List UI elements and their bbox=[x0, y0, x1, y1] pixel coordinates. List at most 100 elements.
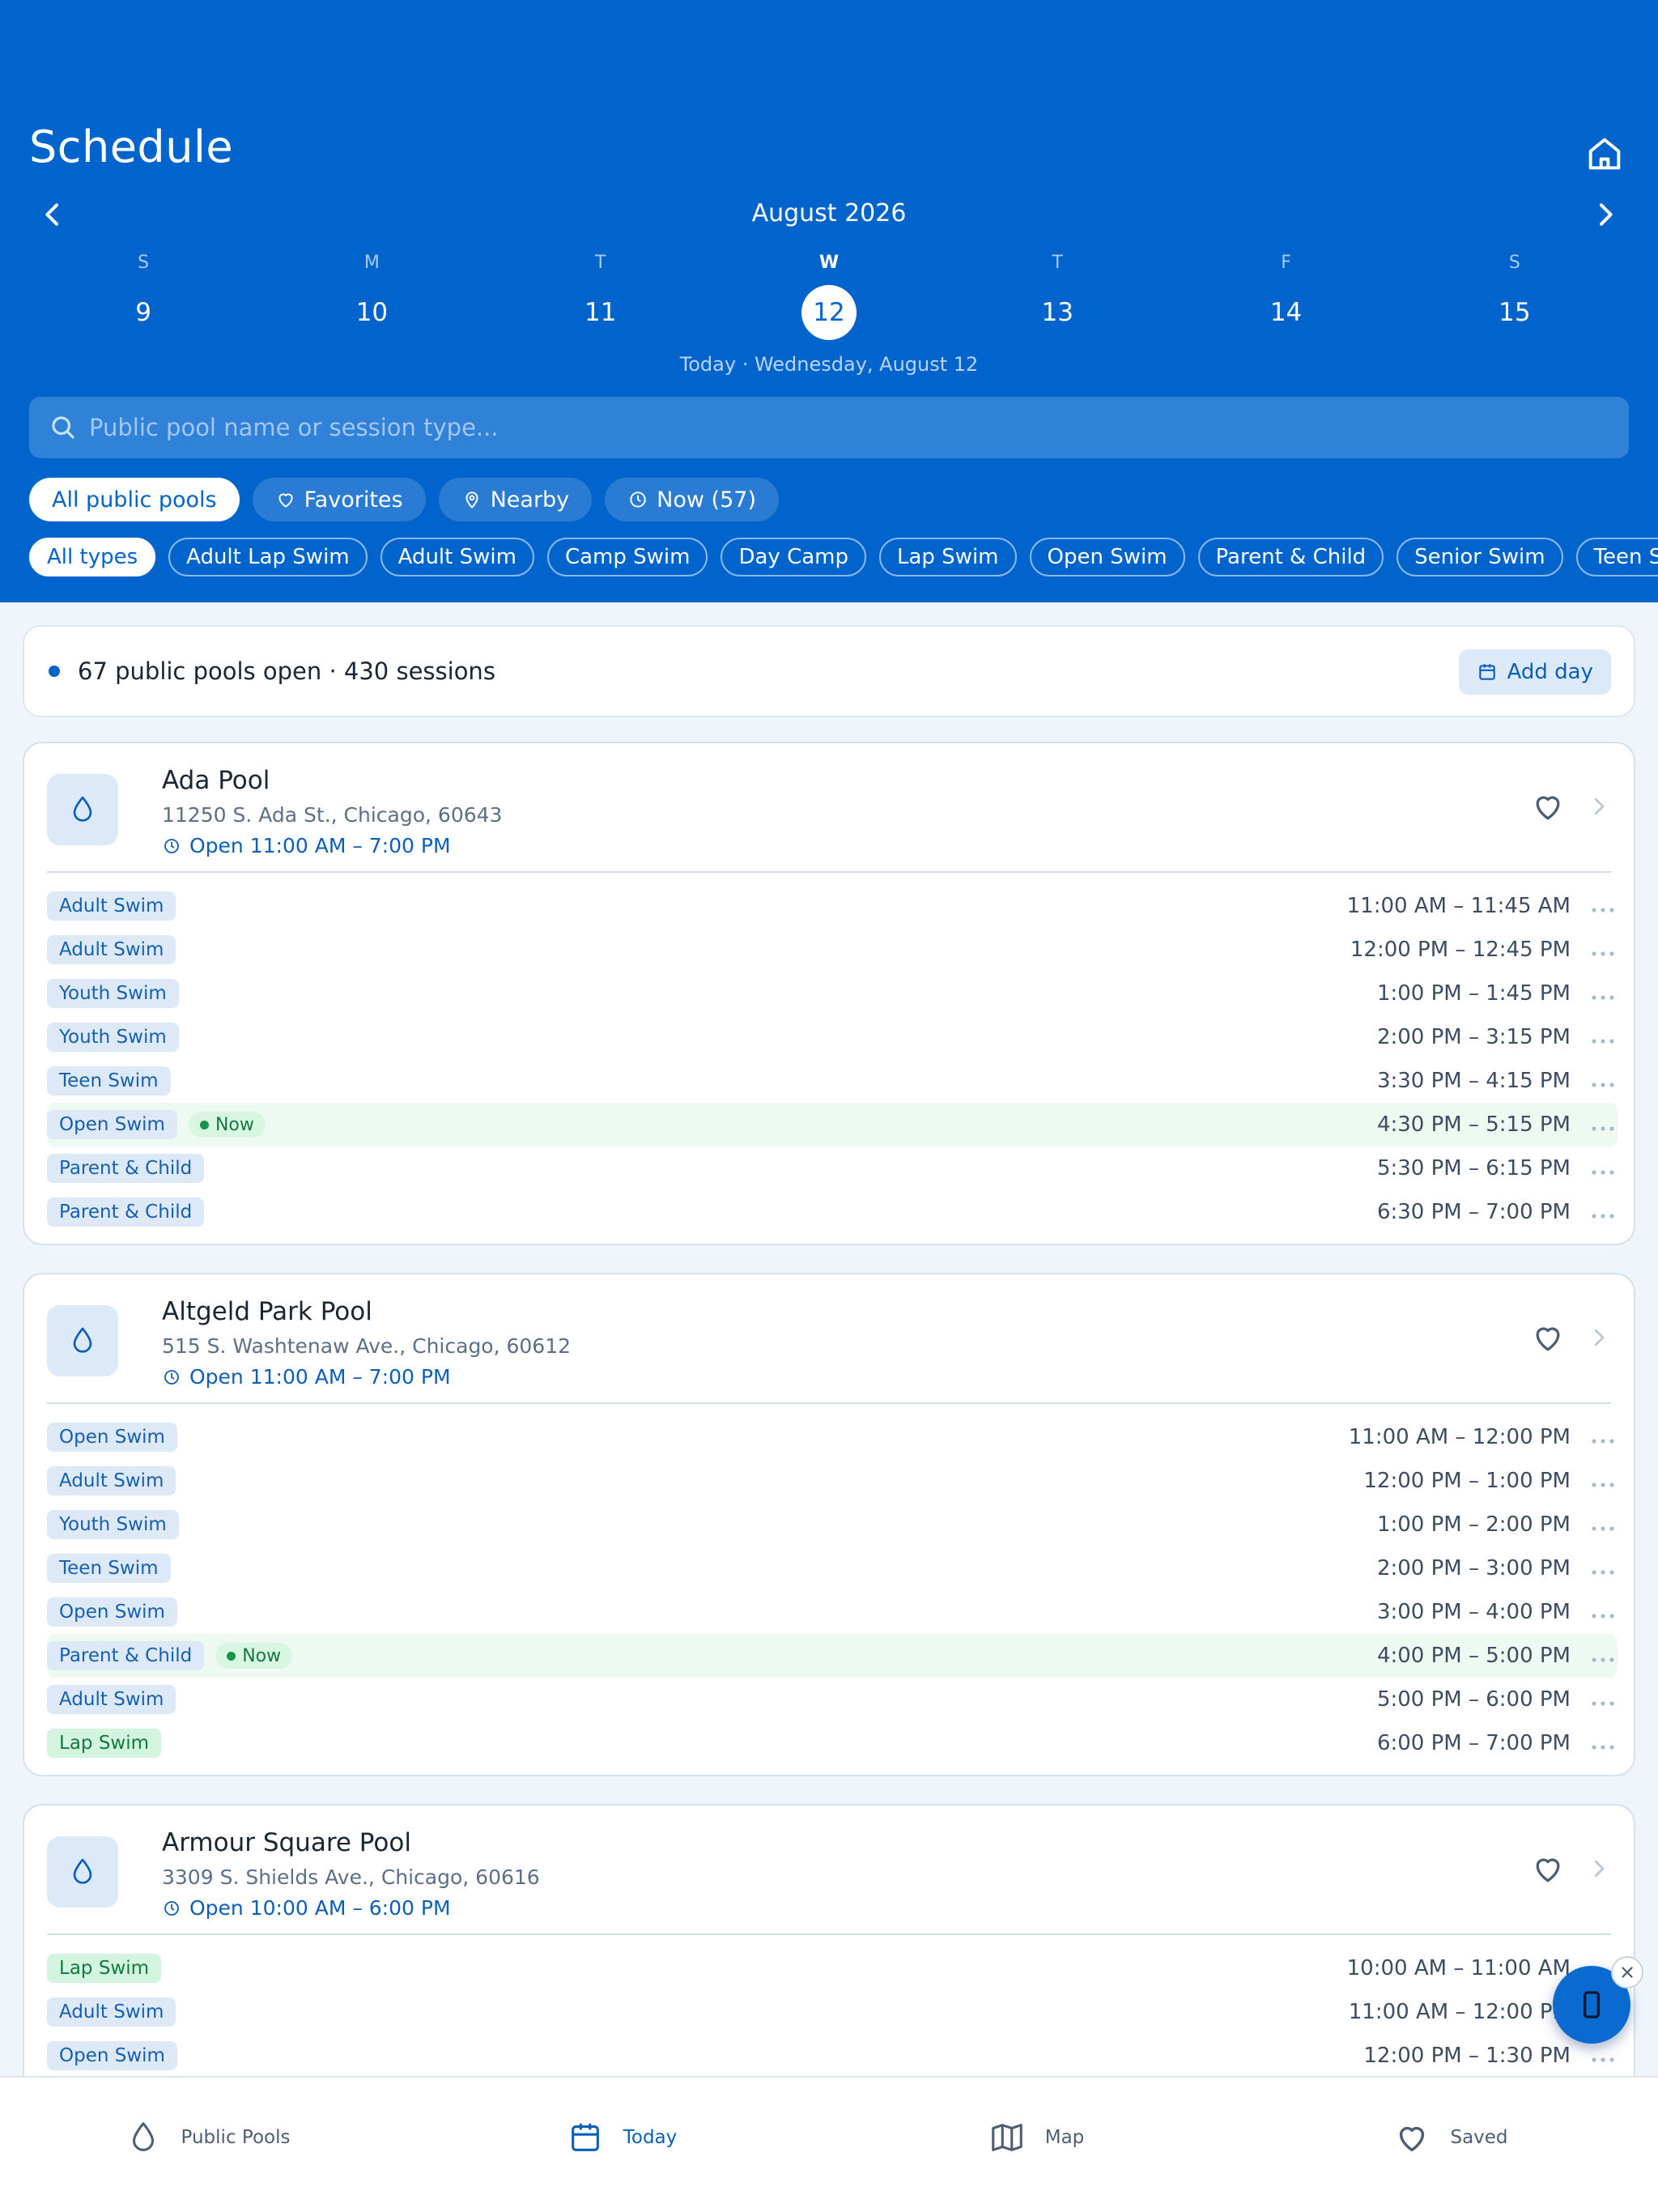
session-row[interactable]: Lap Swim 6:00 PM – 7:00 PM bbox=[47, 1721, 1618, 1765]
session-row[interactable]: Youth Swim 1:00 PM – 2:00 PM bbox=[47, 1503, 1618, 1546]
pool-name[interactable]: Ada Pool bbox=[162, 766, 270, 795]
droplet-icon bbox=[125, 2119, 162, 2156]
more-options-icon[interactable] bbox=[1590, 1077, 1616, 1087]
droplet-icon bbox=[66, 1856, 99, 1888]
more-options-icon[interactable] bbox=[1590, 1208, 1616, 1219]
session-row[interactable]: Adult Swim 12:00 PM – 1:00 PM bbox=[47, 1459, 1618, 1503]
session-row[interactable]: Adult Swim 12:00 PM – 12:45 PM bbox=[47, 928, 1618, 972]
more-options-icon[interactable] bbox=[1590, 1121, 1616, 1131]
type-chip[interactable]: Teen Swim bbox=[1575, 538, 1658, 576]
more-options-icon[interactable] bbox=[1590, 1695, 1616, 1706]
session-row[interactable]: Open Swim 12:00 PM – 1:30 PM bbox=[47, 2034, 1618, 2078]
more-options-icon[interactable] bbox=[1590, 1433, 1616, 1444]
pool-hours-label: Open 10:00 AM – 6:00 PM bbox=[189, 1896, 451, 1920]
page-title: Schedule bbox=[29, 121, 234, 172]
pool-filter-chips: All public pools Favorites Nearby Now (57) bbox=[29, 478, 779, 521]
type-chip[interactable]: Parent & Child bbox=[1197, 538, 1384, 576]
session-time: 11:00 AM – 11:45 AM bbox=[1346, 894, 1571, 918]
filter-chip-now-57[interactable]: Now (57) bbox=[605, 478, 779, 521]
type-chip[interactable]: Open Swim bbox=[1029, 538, 1185, 576]
pool-card[interactable]: Armour Square Pool 3309 S. Shields Ave., … bbox=[23, 1804, 1635, 2092]
favorite-button[interactable] bbox=[1530, 789, 1566, 824]
session-type-tag: Adult Swim bbox=[47, 1997, 176, 2027]
day-number: 10 bbox=[355, 298, 389, 327]
session-row[interactable]: Youth Swim 1:00 PM – 1:45 PM bbox=[47, 972, 1618, 1015]
session-row[interactable]: Open Swim Now 4:30 PM – 5:15 PM bbox=[47, 1103, 1618, 1146]
tab-label: Saved bbox=[1450, 2127, 1508, 2148]
fab-close-button[interactable] bbox=[1611, 1956, 1643, 1989]
more-options-icon[interactable] bbox=[1590, 1477, 1616, 1487]
session-row[interactable]: Open Swim 3:00 PM – 4:00 PM bbox=[47, 1590, 1618, 1634]
tab-saved[interactable]: Saved bbox=[1244, 2078, 1658, 2212]
day-cell-14[interactable]: F 14 bbox=[1171, 253, 1400, 340]
session-row[interactable]: Parent & Child Now 4:00 PM – 5:00 PM bbox=[47, 1634, 1618, 1678]
more-options-icon[interactable] bbox=[1590, 1564, 1616, 1575]
more-options-icon[interactable] bbox=[1590, 1521, 1616, 1531]
open-pool-chevron-icon[interactable] bbox=[1587, 793, 1611, 819]
pool-card[interactable]: Ada Pool 11250 S. Ada St., Chicago, 60643… bbox=[23, 742, 1635, 1245]
open-pool-chevron-icon[interactable] bbox=[1587, 1856, 1611, 1882]
add-day-button[interactable]: Add day bbox=[1458, 649, 1611, 695]
session-row[interactable]: Youth Swim 2:00 PM – 3:15 PM bbox=[47, 1015, 1618, 1059]
pool-card-header: Altgeld Park Pool 515 S. Washtenaw Ave., … bbox=[47, 1274, 1611, 1404]
filter-chip-all-public-pools[interactable]: All public pools bbox=[29, 478, 240, 521]
pool-card[interactable]: Altgeld Park Pool 515 S. Washtenaw Ave., … bbox=[23, 1273, 1635, 1776]
open-pool-chevron-icon[interactable] bbox=[1587, 1325, 1611, 1351]
day-cell-13[interactable]: T 13 bbox=[943, 253, 1171, 340]
day-cell-12[interactable]: W 12 bbox=[715, 253, 943, 340]
session-row[interactable]: Adult Swim 11:00 AM – 12:00 PM bbox=[47, 1990, 1618, 2034]
type-chip[interactable]: Adult Swim bbox=[380, 538, 534, 576]
tab-today[interactable]: Today bbox=[414, 2078, 829, 2212]
session-row[interactable]: Parent & Child 6:30 PM – 7:00 PM bbox=[47, 1190, 1618, 1234]
pool-name[interactable]: Altgeld Park Pool bbox=[162, 1297, 372, 1326]
search-input[interactable] bbox=[89, 414, 1629, 441]
next-week-button[interactable] bbox=[1587, 196, 1624, 233]
search-icon bbox=[52, 416, 74, 439]
filter-chip-nearby[interactable]: Nearby bbox=[438, 478, 593, 521]
now-badge: Now bbox=[215, 1643, 293, 1669]
pool-name[interactable]: Armour Square Pool bbox=[162, 1828, 411, 1857]
home-icon[interactable] bbox=[1584, 133, 1626, 175]
session-row[interactable]: Teen Swim 2:00 PM – 3:00 PM bbox=[47, 1546, 1618, 1590]
day-number: 9 bbox=[135, 298, 151, 327]
more-options-icon[interactable] bbox=[1590, 1652, 1616, 1662]
favorite-button[interactable] bbox=[1530, 1851, 1566, 1887]
type-chip[interactable]: Senior Swim bbox=[1397, 538, 1563, 576]
tab-map[interactable]: Map bbox=[829, 2078, 1244, 2212]
heart-icon bbox=[1536, 1327, 1560, 1351]
type-chip[interactable]: Lap Swim bbox=[879, 538, 1017, 576]
filter-chip-favorites[interactable]: Favorites bbox=[252, 478, 426, 521]
pool-address: 3309 S. Shields Ave., Chicago, 60616 bbox=[162, 1865, 540, 1889]
day-cell-15[interactable]: S 15 bbox=[1401, 253, 1629, 340]
more-options-icon[interactable] bbox=[1590, 1164, 1616, 1175]
session-row[interactable]: Adult Swim 5:00 PM – 6:00 PM bbox=[47, 1678, 1618, 1721]
type-chip[interactable]: Day Camp bbox=[721, 538, 866, 576]
day-number: 13 bbox=[1041, 298, 1073, 327]
day-cell-9[interactable]: S9 bbox=[29, 253, 257, 340]
more-options-icon[interactable] bbox=[1590, 2052, 1616, 2062]
more-options-icon[interactable] bbox=[1590, 989, 1616, 1000]
session-row[interactable]: Parent & Child 5:30 PM – 6:15 PM bbox=[47, 1146, 1618, 1190]
session-row[interactable]: Lap Swim 10:00 AM – 11:00 AM bbox=[47, 1946, 1618, 1990]
day-number: 11 bbox=[584, 298, 617, 327]
more-options-icon[interactable] bbox=[1590, 1608, 1616, 1619]
add-day-label: Add day bbox=[1507, 660, 1593, 684]
type-chip[interactable]: Camp Swim bbox=[546, 538, 708, 576]
session-row[interactable]: Open Swim 11:00 AM – 12:00 PM bbox=[47, 1415, 1618, 1459]
session-row[interactable]: Adult Swim 11:00 AM – 11:45 AM bbox=[47, 884, 1618, 928]
day-of-week-label: S bbox=[138, 253, 150, 273]
more-options-icon[interactable] bbox=[1590, 1739, 1616, 1750]
session-row[interactable]: Teen Swim 3:30 PM – 4:15 PM bbox=[47, 1059, 1618, 1103]
more-options-icon[interactable] bbox=[1590, 1033, 1616, 1044]
more-options-icon[interactable] bbox=[1590, 902, 1616, 912]
day-of-week-label: F bbox=[1281, 253, 1291, 273]
day-cell-11[interactable]: T 11 bbox=[487, 253, 715, 340]
favorite-button[interactable] bbox=[1530, 1320, 1566, 1355]
session-type-chips: All types Adult Lap Swim Adult Swim Camp Sw… bbox=[29, 538, 1658, 576]
day-cell-10[interactable]: M 10 bbox=[257, 253, 486, 340]
more-options-icon[interactable] bbox=[1590, 946, 1616, 956]
tab-public-pools[interactable]: Public Pools bbox=[0, 2078, 414, 2212]
type-chip[interactable]: All types bbox=[29, 538, 156, 576]
type-chip[interactable]: Adult Lap Swim bbox=[168, 538, 368, 576]
pool-icon-tile bbox=[47, 774, 118, 845]
